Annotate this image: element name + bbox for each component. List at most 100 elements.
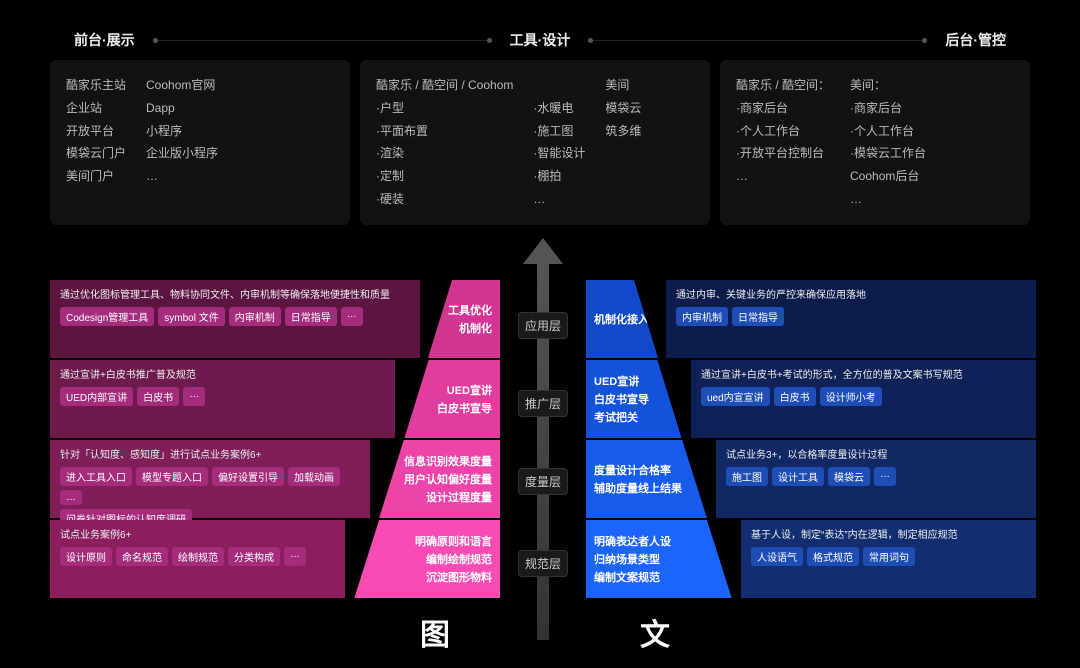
list: 美间 模袋云 筑多维: [605, 74, 641, 211]
item: ·硬装: [376, 188, 513, 211]
tag: 设计原则: [60, 547, 112, 566]
item: ·户型: [376, 97, 513, 120]
item: ·开放平台控制台: [736, 142, 830, 165]
top-box-back: 酷家乐 / 酷空间： ·商家后台 ·个人工作台 ·开放平台控制台 … 美间： ·…: [720, 60, 1030, 225]
slab-line: 考试把关: [594, 409, 638, 425]
slab: 明确表达者人设 归纳场景类型 编制文案规范: [586, 520, 741, 598]
slab: 度量设计合格率 辅助度量线上结果: [586, 440, 716, 518]
slab-line: 机制化接入: [594, 311, 649, 327]
layer-spec: 规范层: [518, 550, 568, 577]
slab-line: 明确表达者人设: [594, 533, 671, 549]
item: ·棚拍: [533, 165, 585, 188]
item: 酷家乐主站: [66, 74, 126, 97]
subhead: 美间：: [850, 74, 926, 97]
slab-line: 白皮书宣导: [437, 400, 492, 416]
slab-line: 信息识别效果度量: [404, 453, 492, 469]
tag: …: [284, 547, 306, 566]
tag: 施工图: [726, 467, 768, 486]
item: 美间: [605, 74, 641, 97]
list: 酷家乐 / 酷空间 / Coohom ·户型 ·平面布置 ·渲染 ·定制 ·硬装: [376, 74, 513, 211]
item: ·个人工作台: [850, 120, 926, 143]
slab: 明确原则和语言 编制绘制规范 沉淀图形物料: [345, 520, 500, 598]
tag: 命名规范: [116, 547, 168, 566]
tag: 常用词句: [863, 547, 915, 566]
row-desc: 试点业务3+，以合格率度量设计过程: [726, 446, 1026, 461]
item: 企业版小程序: [146, 142, 218, 165]
item: ·施工图: [533, 120, 585, 143]
list: 酷家乐主站 企业站 开放平台 模袋云门户 美间门户: [66, 74, 126, 211]
tag: …: [60, 490, 82, 505]
tag: …: [341, 307, 363, 326]
row-desc: 通过宣讲+白皮书+考试的形式，全方位的普及文案书写规范: [701, 366, 1026, 381]
slab-line: 设计过程度量: [426, 489, 492, 505]
slab-line: UED宣讲: [594, 373, 639, 389]
pyramid-title-text: 文: [640, 610, 670, 654]
tag: 进入工具入口: [60, 467, 132, 486]
tag: ued内宣宣讲: [701, 387, 770, 406]
slab-line: 沉淀图形物料: [426, 569, 492, 585]
slab-line: 机制化: [459, 320, 492, 336]
tags: 针对「认知度、感知度」进行试点业务案例6+ 进入工具入口 模型专题入口 偏好设置…: [50, 440, 370, 518]
row-desc: 通过内审、关键业务的严控来确保应用落地: [676, 286, 1026, 301]
tags: 通过内审、关键业务的严控来确保应用落地 内审机制 日常指导: [666, 280, 1036, 358]
tag: 设计工具: [772, 467, 824, 486]
row: 明确表达者人设 归纳场景类型 编制文案规范 基于人设，制定“表达”内在逻辑，制定…: [586, 520, 1036, 598]
item: Coohom后台: [850, 165, 926, 188]
tag: 格式规范: [807, 547, 859, 566]
subhead: 酷家乐 / 酷空间：: [736, 74, 830, 97]
row: 试点业务案例6+ 设计原则 命名规范 绘制规范 分类构成 … 明确原则和语言 编…: [50, 520, 500, 598]
item: ·商家后台: [736, 97, 830, 120]
tag: 偏好设置引导: [212, 467, 284, 486]
slab: 工具优化 机制化: [420, 280, 500, 358]
top-head-front: 前台·展示: [74, 30, 135, 50]
subhead: 酷家乐 / 酷空间 / Coohom: [376, 74, 513, 97]
item: …: [146, 165, 218, 188]
tag: UED内部宣讲: [60, 387, 133, 406]
tag: 内审机制: [676, 307, 728, 326]
list: 美间： ·商家后台 ·个人工作台 ·模袋云工作台 Coohom后台 …: [850, 74, 926, 211]
row-desc: 试点业务案例6+: [60, 526, 335, 541]
item: ·水暖电: [533, 97, 585, 120]
tag: 分类构成: [228, 547, 280, 566]
item: Dapp: [146, 97, 218, 120]
top-head-tool: 工具·设计: [510, 30, 571, 50]
row: 针对「认知度、感知度」进行试点业务案例6+ 进入工具入口 模型专题入口 偏好设置…: [50, 440, 500, 518]
slab-line: 归纳场景类型: [594, 551, 660, 567]
top-head-back: 后台·管控: [945, 30, 1006, 50]
row: 通过宣讲+白皮书推广普及规范 UED内部宣讲 白皮书 … UED宣讲 白皮书宣导: [50, 360, 500, 438]
tags: 通过宣讲+白皮书推广普及规范 UED内部宣讲 白皮书 …: [50, 360, 395, 438]
item: ·模袋云工作台: [850, 142, 926, 165]
row: UED宣讲 白皮书宣导 考试把关 通过宣讲+白皮书+考试的形式，全方位的普及文案…: [586, 360, 1036, 438]
top-box-tool: 酷家乐 / 酷空间 / Coohom ·户型 ·平面布置 ·渲染 ·定制 ·硬装…: [360, 60, 710, 225]
pyramid-title-image: 图: [420, 610, 450, 654]
connector: [153, 40, 492, 41]
pyramid-text: 机制化接入 通过内审、关键业务的严控来确保应用落地 内审机制 日常指导 UED宣…: [586, 280, 1036, 610]
row-desc: 通过宣讲+白皮书推广普及规范: [60, 366, 385, 381]
slab-line: 度量设计合格率: [594, 462, 671, 478]
list: Coohom官网 Dapp 小程序 企业版小程序 …: [146, 74, 218, 211]
row-desc: 针对「认知度、感知度」进行试点业务案例6+: [60, 446, 360, 461]
top-box-front: 酷家乐主站 企业站 开放平台 模袋云门户 美间门户 Coohom官网 Dapp …: [50, 60, 350, 225]
tags: 试点业务3+，以合格率度量设计过程 施工图 设计工具 模袋云 …: [716, 440, 1036, 518]
row: 度量设计合格率 辅助度量线上结果 试点业务3+，以合格率度量设计过程 施工图 设…: [586, 440, 1036, 518]
top-headings: 前台·展示 工具·设计 后台·管控: [50, 30, 1030, 60]
slab-line: 编制文案规范: [594, 569, 660, 585]
top-boxes: 酷家乐主站 企业站 开放平台 模袋云门户 美间门户 Coohom官网 Dapp …: [50, 60, 1030, 225]
tag: 人设语气: [751, 547, 803, 566]
tags: 试点业务案例6+ 设计原则 命名规范 绘制规范 分类构成 …: [50, 520, 345, 598]
item: ·渲染: [376, 142, 513, 165]
item: …: [533, 188, 585, 211]
tag: 内审机制: [229, 307, 281, 326]
item: 开放平台: [66, 120, 126, 143]
slab: 信息识别效果度量 用户认知偏好度量 设计过程度量: [370, 440, 500, 518]
tags: 通过宣讲+白皮书+考试的形式，全方位的普及文案书写规范 ued内宣宣讲 白皮书 …: [691, 360, 1036, 438]
row-desc: 基于人设，制定“表达”内在逻辑，制定相应规范: [751, 526, 1026, 541]
tag: symbol 文件: [158, 307, 224, 326]
slab-line: 辅助度量线上结果: [594, 480, 682, 496]
top-panel: 前台·展示 工具·设计 后台·管控 酷家乐主站 企业站 开放平台 模袋云门户 美…: [50, 30, 1030, 225]
tag: 日常指导: [285, 307, 337, 326]
layer-promo: 推广层: [518, 390, 568, 417]
slab-line: 编制绘制规范: [426, 551, 492, 567]
tag: …: [874, 467, 896, 486]
tag: …: [183, 387, 205, 406]
